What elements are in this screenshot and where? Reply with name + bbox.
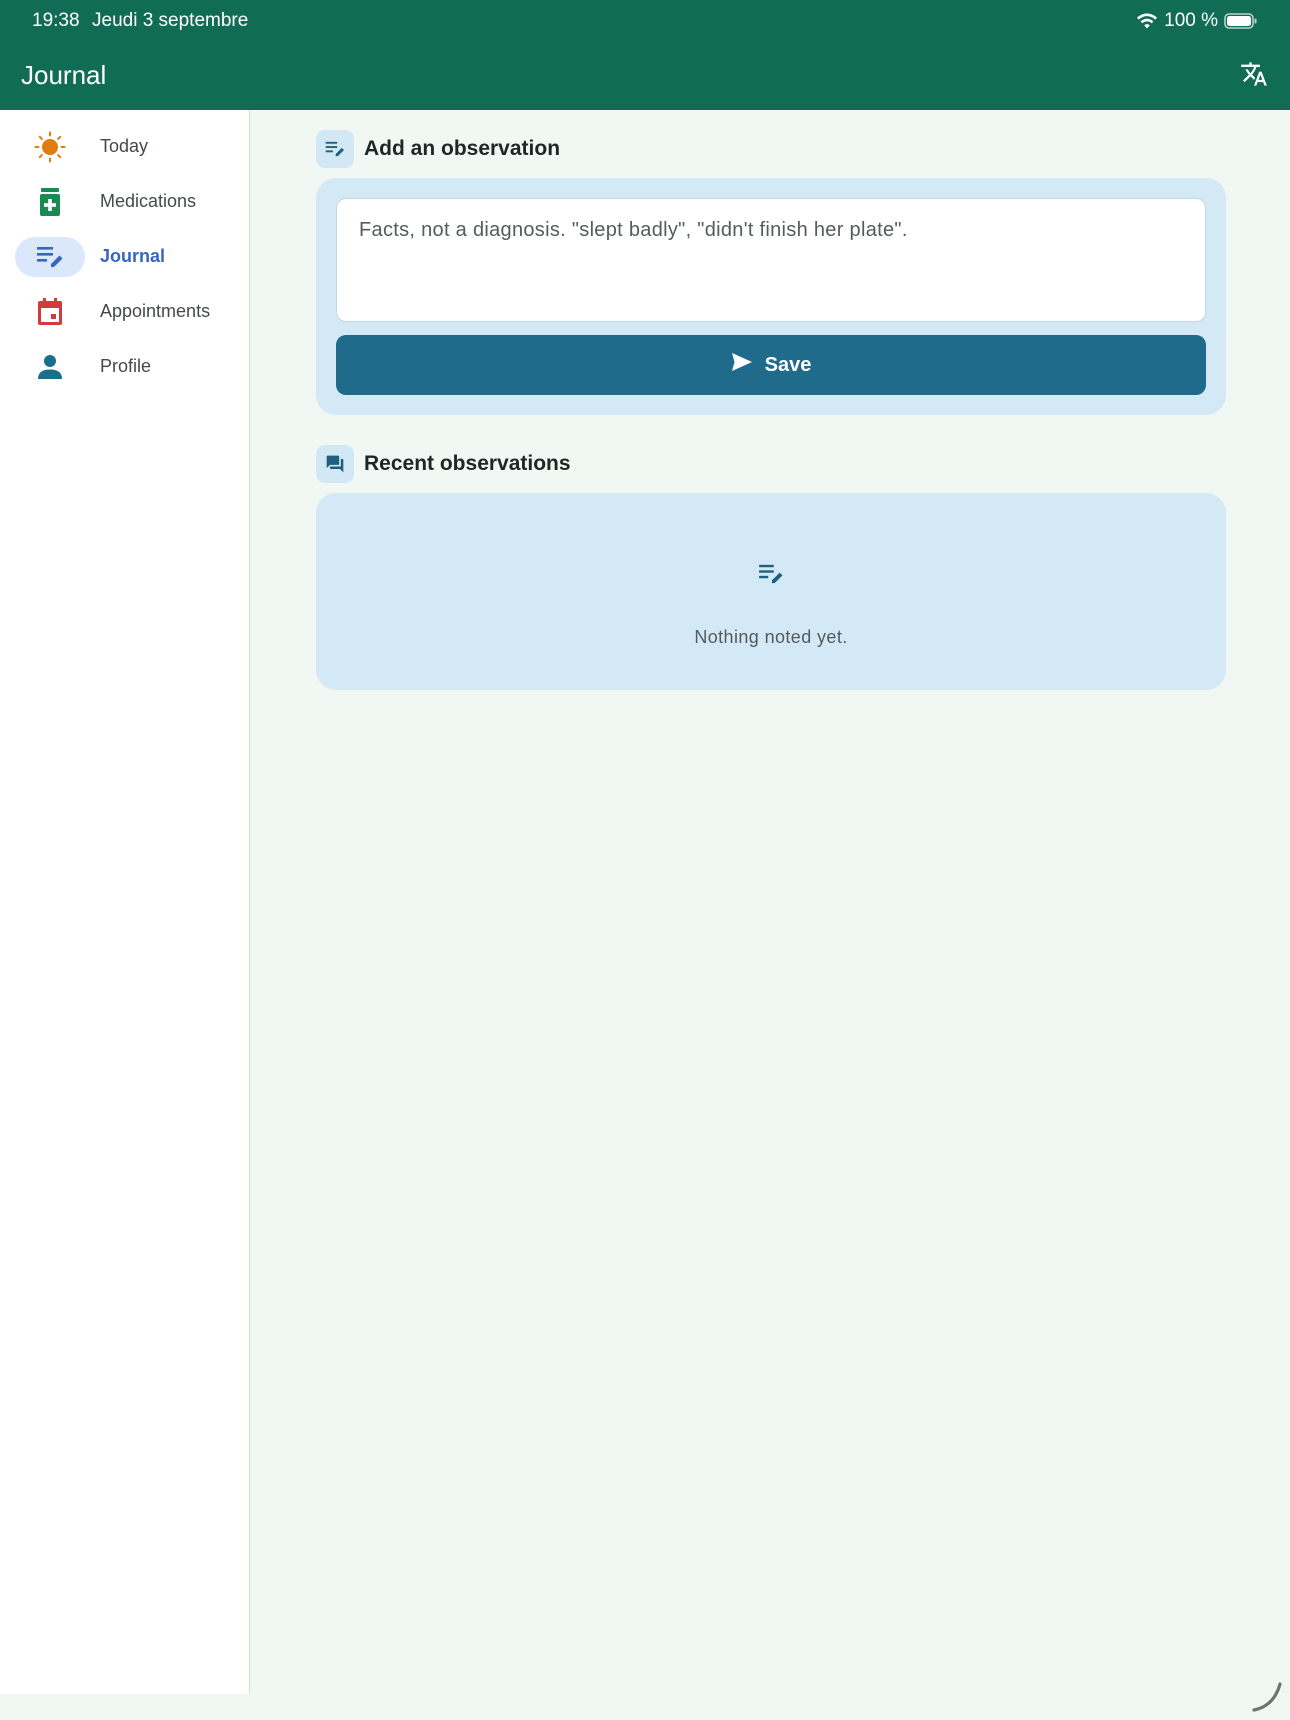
status-indicators: 100 % <box>1136 9 1258 33</box>
sidebar-item-label: Medications <box>100 191 197 211</box>
sidebar-item-appointments[interactable]: Appointments <box>0 290 250 334</box>
section-title: Add an observation <box>364 137 561 160</box>
forum-icon <box>316 445 354 483</box>
section-title: Recent observations <box>364 452 571 475</box>
resize-handle-icon[interactable] <box>1250 1680 1284 1714</box>
sidebar-item-journal[interactable]: Journal <box>0 235 250 279</box>
person-icon <box>34 353 66 381</box>
wifi-icon <box>1136 12 1158 30</box>
send-icon <box>731 352 753 378</box>
translate-icon <box>1240 60 1268 93</box>
sidebar-item-label: Appointments <box>100 301 211 321</box>
add-observation-header: Add an observation <box>316 130 560 168</box>
sidebar-item-medications[interactable]: Medications <box>0 180 250 224</box>
recent-observations-card: Nothing noted yet. <box>316 493 1226 690</box>
edit-note-icon <box>756 560 786 588</box>
medication-icon <box>34 188 66 216</box>
status-date: Jeudi 3 septembre <box>92 10 249 31</box>
add-observation-card: Facts, not a diagnosis. "slept badly", "… <box>316 178 1226 415</box>
sidebar-item-profile[interactable]: Profile <box>0 345 250 389</box>
observation-placeholder: Facts, not a diagnosis. "slept badly", "… <box>359 219 908 241</box>
save-label: Save <box>764 353 812 376</box>
status-time: 19:38 <box>32 10 80 31</box>
battery-percent: 100 % <box>1164 10 1218 31</box>
recent-observations-header: Recent observations <box>316 445 571 483</box>
sidebar: Today Medications Journal Appointments P… <box>0 110 250 1694</box>
battery-icon <box>1224 12 1258 30</box>
sidebar-item-label: Today <box>100 136 149 156</box>
edit-note-icon <box>316 130 354 168</box>
app-bar: 19:38 Jeudi 3 septembre 100 % Journal <box>0 0 1290 110</box>
translate-button[interactable] <box>1236 58 1272 94</box>
edit-note-icon <box>34 243 66 271</box>
bottom-bar <box>0 1694 1290 1720</box>
sidebar-item-label: Profile <box>100 356 152 376</box>
sun-icon <box>34 131 66 163</box>
sidebar-item-label: Journal <box>100 246 166 266</box>
sidebar-item-today[interactable]: Today <box>0 125 250 169</box>
page-title: Journal <box>21 60 107 90</box>
calendar-icon <box>34 298 66 326</box>
observation-input[interactable]: Facts, not a diagnosis. "slept badly", "… <box>336 198 1206 322</box>
empty-state-text: Nothing noted yet. <box>694 627 848 647</box>
save-button[interactable]: Save <box>336 335 1206 395</box>
